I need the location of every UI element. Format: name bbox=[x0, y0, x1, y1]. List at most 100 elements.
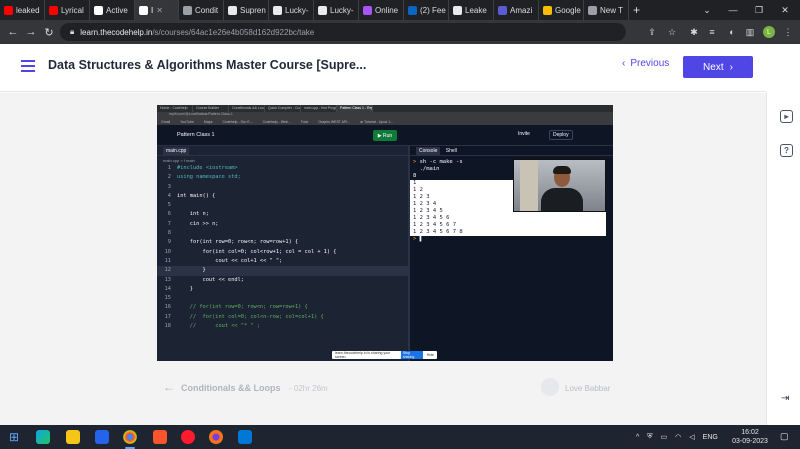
video-bookmark: Gmail bbox=[161, 119, 171, 124]
code-text: } bbox=[177, 285, 193, 292]
menu-kebab-icon[interactable]: ⋮ bbox=[780, 24, 796, 40]
video-tab: Course Builder bbox=[193, 105, 229, 112]
chevron-left-icon: ‹ bbox=[622, 58, 626, 69]
code-line: 14 } bbox=[157, 285, 408, 294]
tab-search-icon[interactable]: ⌄ bbox=[694, 0, 720, 20]
extensions-icon[interactable]: ✱ bbox=[686, 24, 702, 40]
line-number: 18 bbox=[164, 323, 171, 330]
notification-icon[interactable]: ▢ bbox=[780, 431, 789, 442]
extension-icon[interactable]: ◐ bbox=[724, 24, 740, 40]
volume-icon[interactable]: ◁ bbox=[689, 433, 694, 441]
new-tab-button[interactable]: + bbox=[629, 0, 644, 20]
previous-button[interactable]: ‹ Previous bbox=[622, 58, 669, 69]
video-bookmark: Todo bbox=[300, 119, 309, 124]
browser-tab[interactable]: Lyrical bbox=[45, 0, 90, 20]
code-line: 9 for(int row=0; row<n; row=row+1) { bbox=[157, 238, 408, 247]
code-line: 1 #include <iostream> bbox=[157, 164, 408, 173]
battery-icon[interactable]: ▭ bbox=[661, 433, 668, 441]
tab-label: Google bbox=[555, 5, 581, 15]
code-line: 7 cin >> n; bbox=[157, 220, 408, 229]
back-icon[interactable]: ← bbox=[4, 26, 22, 38]
wifi-icon[interactable]: ◠ bbox=[675, 433, 681, 441]
lesson-nav-row[interactable]: ← Conditionals && Loops - 02hr 26m Love … bbox=[157, 378, 613, 398]
edge-browser-icon[interactable] bbox=[36, 430, 50, 444]
browser-tab[interactable]: Amazi bbox=[494, 0, 539, 20]
replit-project-name: Pattern Class 1 bbox=[177, 132, 215, 138]
hamburger-menu-icon[interactable] bbox=[21, 60, 35, 72]
help-icon[interactable]: ? bbox=[780, 144, 793, 157]
course-header: Data Structures & Algorithms Master Cour… bbox=[0, 44, 766, 92]
browser-tab[interactable]: Leake bbox=[449, 0, 494, 20]
video-bookmark: Graphs WEST API... bbox=[318, 119, 351, 124]
browser-tab[interactable]: Condit bbox=[179, 0, 224, 20]
shield-icon[interactable]: ⛨ bbox=[647, 433, 652, 441]
browser-tab[interactable]: Supren bbox=[224, 0, 269, 20]
language-indicator[interactable]: ENG bbox=[703, 434, 718, 441]
mail-icon[interactable] bbox=[95, 430, 109, 444]
browser-tab[interactable]: Online bbox=[359, 0, 404, 20]
replit-topbar: Pattern Class 1 ▶ Run Invite Deploy bbox=[157, 125, 613, 146]
system-tray: ^ ⛨ ▭ ◠ ◁ ENG bbox=[636, 425, 718, 449]
line-number: 9 bbox=[167, 239, 171, 246]
close-window-button[interactable]: ✕ bbox=[772, 0, 798, 20]
firefox-icon[interactable] bbox=[209, 430, 223, 444]
replit-deploy-button: Deploy bbox=[549, 130, 573, 140]
reload-icon[interactable]: ↻ bbox=[40, 26, 58, 39]
chevron-up-icon[interactable]: ^ bbox=[636, 434, 639, 441]
tab-label: New T bbox=[600, 5, 623, 15]
browser-tab[interactable]: (2) Fee bbox=[404, 0, 449, 20]
tab-label: Lucky- bbox=[330, 5, 354, 15]
browser-tab[interactable]: Lucky- bbox=[269, 0, 314, 20]
vscode-icon[interactable] bbox=[238, 430, 252, 444]
address-bar[interactable]: 🔒︎ learn.thecodehelp.in/s/courses/64ac1e… bbox=[60, 23, 626, 41]
code-line: 17 // for(int col=0; col<n-row; col=col+… bbox=[157, 313, 408, 322]
line-number: 12 bbox=[164, 267, 171, 274]
line-number: 6 bbox=[167, 211, 171, 218]
forward-icon[interactable]: → bbox=[22, 26, 40, 38]
code-line: 6 int n; bbox=[157, 210, 408, 219]
browser-tab[interactable]: Active bbox=[90, 0, 135, 20]
share-icon[interactable]: ⇪ bbox=[644, 24, 660, 40]
opera-icon[interactable] bbox=[181, 430, 195, 444]
code-line: 10 for(int col=0; col<row+1; col = col +… bbox=[157, 248, 408, 257]
file-explorer-icon[interactable] bbox=[66, 430, 80, 444]
tab-label: Amazi bbox=[510, 5, 533, 15]
code-text: #include <iostream> bbox=[177, 165, 238, 171]
console-output-line: 1 2 3 4 5 6 7 bbox=[413, 222, 457, 228]
browser-tab[interactable]: New T bbox=[584, 0, 629, 20]
clock[interactable]: 16:02 03-09-2023 bbox=[730, 428, 770, 446]
code-text: for(int row=0; row<n; row=row+1) { bbox=[177, 239, 299, 246]
tab-favicon-icon bbox=[408, 5, 417, 15]
webcam-overlay bbox=[513, 159, 606, 212]
code-line: 15 bbox=[157, 294, 408, 303]
browser-tab[interactable]: leaked bbox=[0, 0, 45, 20]
reading-list-icon[interactable]: ≡ bbox=[704, 24, 720, 40]
browser-tab[interactable]: Google bbox=[539, 0, 584, 20]
side-panel-icon[interactable]: ▥ bbox=[742, 24, 758, 40]
chrome-icon[interactable] bbox=[123, 430, 137, 444]
next-button[interactable]: Next › bbox=[683, 56, 753, 78]
tab-label: Lyrical bbox=[61, 5, 84, 15]
windows-start-icon[interactable]: ⊞ bbox=[9, 430, 23, 444]
code-line: 4 int main() { bbox=[157, 192, 408, 201]
brave-icon[interactable] bbox=[153, 430, 167, 444]
browser-tab[interactable]: Lucky- bbox=[314, 0, 359, 20]
next-label: Next bbox=[703, 61, 724, 73]
code-text: // for(int col=0; col<n-row; col=col+1) … bbox=[177, 313, 324, 320]
notes-icon[interactable]: ▸ bbox=[780, 110, 793, 123]
video-player[interactable]: Home - Codehelp Course Builder Conditional… bbox=[157, 105, 613, 361]
minimize-button[interactable]: — bbox=[720, 0, 746, 20]
tab-favicon-icon bbox=[453, 5, 462, 15]
browser-tab[interactable]: I ✕ bbox=[135, 0, 179, 20]
profile-avatar[interactable]: L bbox=[763, 26, 775, 38]
clock-date: 03-09-2023 bbox=[732, 438, 768, 445]
replit-invite-button: Invite bbox=[518, 131, 530, 137]
logout-icon[interactable]: ⇥ bbox=[781, 393, 789, 404]
restore-button[interactable]: ❐ bbox=[746, 0, 772, 20]
editor-breadcrumb: main.cpp > f main bbox=[163, 158, 195, 163]
close-tab-icon[interactable]: ✕ bbox=[156, 6, 163, 15]
bookmark-star-icon[interactable]: ☆ bbox=[664, 24, 680, 40]
tab-favicon-icon bbox=[183, 5, 192, 15]
code-text: int main() { bbox=[177, 192, 216, 199]
tab-favicon-icon bbox=[363, 5, 372, 15]
